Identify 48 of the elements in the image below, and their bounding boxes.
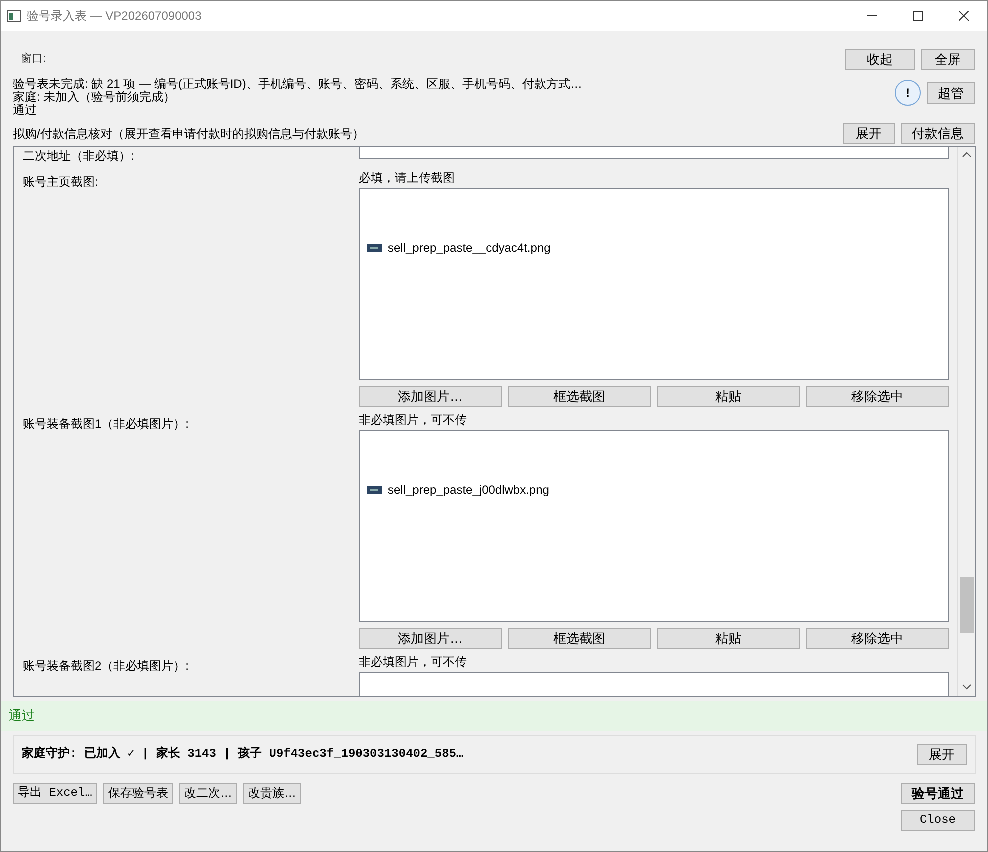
field-hint: 非必填图片，可不传 bbox=[359, 654, 468, 671]
file-item[interactable]: sell_prep_paste__cdyac4t.png bbox=[360, 239, 948, 257]
family-status-text: 家庭守护: 已加入 ✓ | 家长 3143 | 孩子 U9f43ec3f_190303130402_585… bbox=[22, 746, 465, 763]
admin-button[interactable]: 超管 bbox=[927, 82, 975, 104]
image-action-button[interactable]: 移除选中 bbox=[806, 386, 949, 407]
image-thumbnail-icon bbox=[367, 244, 382, 252]
approve-button[interactable]: 验号通过 bbox=[901, 782, 975, 804]
image-action-button[interactable]: 框选截图 bbox=[508, 386, 651, 407]
field-hint: 非必填图片，可不传 bbox=[359, 412, 468, 429]
alert-icon[interactable]: ! bbox=[895, 80, 921, 106]
header-button[interactable]: 全屏 bbox=[921, 48, 975, 70]
status-text: 家庭: 未加入（验号前须完成） bbox=[13, 91, 177, 104]
expand-button[interactable]: 展开 bbox=[917, 744, 967, 764]
footer-button[interactable]: 保存验号表 bbox=[103, 782, 174, 804]
image-action-button[interactable]: 粘贴 bbox=[657, 628, 800, 649]
field-label: 账号主页截图: bbox=[23, 175, 98, 189]
image-list[interactable]: sell_prep_paste_j00dlwbx.png bbox=[359, 430, 949, 622]
image-action-button[interactable]: 添加图片… bbox=[359, 628, 502, 649]
app-icon bbox=[7, 10, 21, 22]
image-action-button[interactable]: 添加图片… bbox=[359, 386, 502, 407]
payment-check-text: 拟购/付款信息核对（展开查看申请付款时的拟购信息与付款账号） bbox=[13, 126, 366, 142]
scrollbar[interactable] bbox=[957, 147, 975, 696]
field-label: 账号装备截图2（非必填图片）: bbox=[23, 659, 190, 673]
status-text: 验号表未完成: 缺 21 项 — 编号(正式账号ID)、手机编号、账号、密码、系统、区服、手机号码、付款方式… bbox=[13, 78, 584, 91]
maximize-icon[interactable] bbox=[913, 11, 923, 21]
field-label: 账号装备截图1（非必填图片）: bbox=[23, 417, 190, 431]
window-title: 验号录入表 — VP202607090003 bbox=[27, 8, 203, 25]
footer-button[interactable]: 改贵族… bbox=[243, 782, 302, 804]
file-name: sell_prep_paste_j00dlwbx.png bbox=[388, 482, 550, 499]
close-dialog-button[interactable]: Close bbox=[901, 810, 975, 830]
field-label: 二次地址（非必填）: bbox=[23, 149, 134, 163]
header-button[interactable]: 收起 bbox=[845, 48, 915, 70]
file-item[interactable]: sell_prep_paste_j00dlwbx.png bbox=[360, 481, 948, 499]
image-thumbnail-icon bbox=[367, 486, 382, 494]
result-status: 通过 bbox=[1, 701, 987, 730]
image-action-button[interactable]: 移除选中 bbox=[806, 628, 949, 649]
status-text: 通过 bbox=[13, 104, 38, 117]
payment-button[interactable]: 展开 bbox=[843, 123, 895, 144]
close-icon[interactable] bbox=[959, 11, 969, 21]
image-action-button[interactable]: 粘贴 bbox=[657, 386, 800, 407]
window-label: 窗口: bbox=[21, 52, 48, 67]
image-list[interactable]: sell_prep_paste__cdyac4t.png bbox=[359, 188, 949, 380]
footer-button[interactable]: 改二次… bbox=[179, 782, 238, 804]
file-name: sell_prep_paste__cdyac4t.png bbox=[388, 240, 551, 257]
payment-button[interactable]: 付款信息 bbox=[901, 123, 975, 144]
footer-button[interactable]: 导出 Excel… bbox=[13, 782, 98, 804]
image-action-button[interactable]: 框选截图 bbox=[508, 628, 651, 649]
field-hint: 必填，请上传截图 bbox=[359, 170, 456, 187]
